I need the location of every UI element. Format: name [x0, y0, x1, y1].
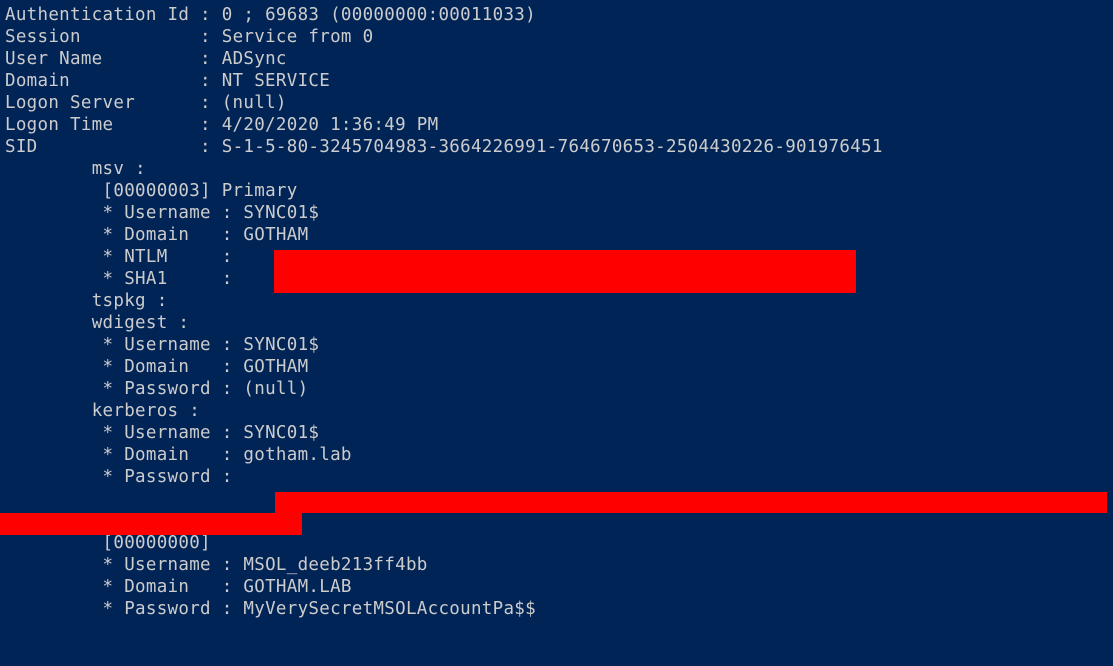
sid-line: SID : S-1-5-80-3245704983-3664226991-764…	[5, 137, 1108, 159]
wdigest-domain-line: * Domain : GOTHAM	[5, 357, 1108, 379]
logon-server-value: (null)	[222, 93, 287, 113]
wdigest-domain-value: GOTHAM	[243, 357, 308, 377]
kerberos-password-line: * Password :	[5, 467, 1108, 489]
wdigest-password-label: * Password	[103, 379, 211, 399]
msv-primary-line: [00000003] Primary	[5, 181, 1108, 203]
auth-id-label: Authentication Id	[5, 5, 189, 25]
msv-sha1-label: * SHA1	[103, 269, 168, 289]
redaction-ntlm-sha1	[274, 250, 856, 293]
msv-domain-line: * Domain : GOTHAM	[5, 225, 1108, 247]
sid-label: SID	[5, 137, 38, 157]
auth-id-value: 0 ; 69683 (00000000:00011033)	[222, 5, 536, 25]
msv-domain-label: * Domain	[103, 225, 190, 245]
ssp-domain-label: * Domain	[103, 577, 190, 597]
redaction-kerberos-password-2	[0, 513, 302, 535]
msv-username-value: SYNC01$	[243, 203, 319, 223]
ssp-domain-value: GOTHAM.LAB	[243, 577, 351, 597]
kerberos-header: kerberos :	[92, 401, 200, 421]
wdigest-password-line: * Password : (null)	[5, 379, 1108, 401]
msv-domain-value: GOTHAM	[243, 225, 308, 245]
kerberos-header-line: kerberos :	[5, 401, 1108, 423]
ssp-username-line: * Username : MSOL_deeb213ff4bb	[5, 555, 1108, 577]
domain-line: Domain : NT SERVICE	[5, 71, 1108, 93]
msv-primary: [00000003] Primary	[103, 181, 298, 201]
user-name-label: User Name	[5, 49, 103, 69]
logon-server-line: Logon Server : (null)	[5, 93, 1108, 115]
domain-value: NT SERVICE	[222, 71, 330, 91]
logon-time-line: Logon Time : 4/20/2020 1:36:49 PM	[5, 115, 1108, 137]
tspkg-header: tspkg :	[92, 291, 168, 311]
wdigest-username-value: SYNC01$	[243, 335, 319, 355]
kerberos-domain-label: * Domain	[103, 445, 190, 465]
msv-username-label: * Username	[103, 203, 211, 223]
wdigest-password-value: (null)	[243, 379, 308, 399]
ssp-index-line: [00000000]	[5, 533, 1108, 555]
tspkg-header-line: tspkg :	[5, 291, 1108, 313]
msv-header: msv :	[92, 159, 146, 179]
redaction-kerberos-password-1	[275, 492, 1107, 513]
ssp-password-line: * Password : MyVerySecretMSOLAccountPa$$	[5, 599, 1108, 621]
session-line: Session : Service from 0	[5, 27, 1108, 49]
logon-time-label: Logon Time	[5, 115, 113, 135]
kerberos-username-line: * Username : SYNC01$	[5, 423, 1108, 445]
ssp-password-value: MyVerySecretMSOLAccountPa$$	[243, 599, 536, 619]
msv-username-line: * Username : SYNC01$	[5, 203, 1108, 225]
kerberos-password-label: * Password	[103, 467, 211, 487]
sid-value: S-1-5-80-3245704983-3664226991-764670653…	[222, 137, 883, 157]
msv-header-line: msv :	[5, 159, 1108, 181]
wdigest-username-line: * Username : SYNC01$	[5, 335, 1108, 357]
ssp-username-label: * Username	[103, 555, 211, 575]
kerberos-username-value: SYNC01$	[243, 423, 319, 443]
wdigest-header-line: wdigest :	[5, 313, 1108, 335]
kerberos-username-label: * Username	[103, 423, 211, 443]
session-value: Service from 0	[222, 27, 374, 47]
kerberos-domain-line: * Domain : gotham.lab	[5, 445, 1108, 467]
msv-ntlm-label: * NTLM	[103, 247, 168, 267]
session-label: Session	[5, 27, 81, 47]
wdigest-username-label: * Username	[103, 335, 211, 355]
ssp-password-label: * Password	[103, 599, 211, 619]
ssp-index: [00000000]	[103, 533, 211, 553]
ssp-username-value: MSOL_deeb213ff4bb	[243, 555, 427, 575]
domain-label: Domain	[5, 71, 70, 91]
user-name-line: User Name : ADSync	[5, 49, 1108, 71]
kerberos-domain-value: gotham.lab	[243, 445, 351, 465]
auth-id-line: Authentication Id : 0 ; 69683 (00000000:…	[5, 5, 1108, 27]
logon-time-value: 4/20/2020 1:36:49 PM	[222, 115, 439, 135]
ssp-domain-line: * Domain : GOTHAM.LAB	[5, 577, 1108, 599]
wdigest-header: wdigest :	[92, 313, 190, 333]
user-name-value: ADSync	[222, 49, 287, 69]
wdigest-domain-label: * Domain	[103, 357, 190, 377]
logon-server-label: Logon Server	[5, 93, 135, 113]
